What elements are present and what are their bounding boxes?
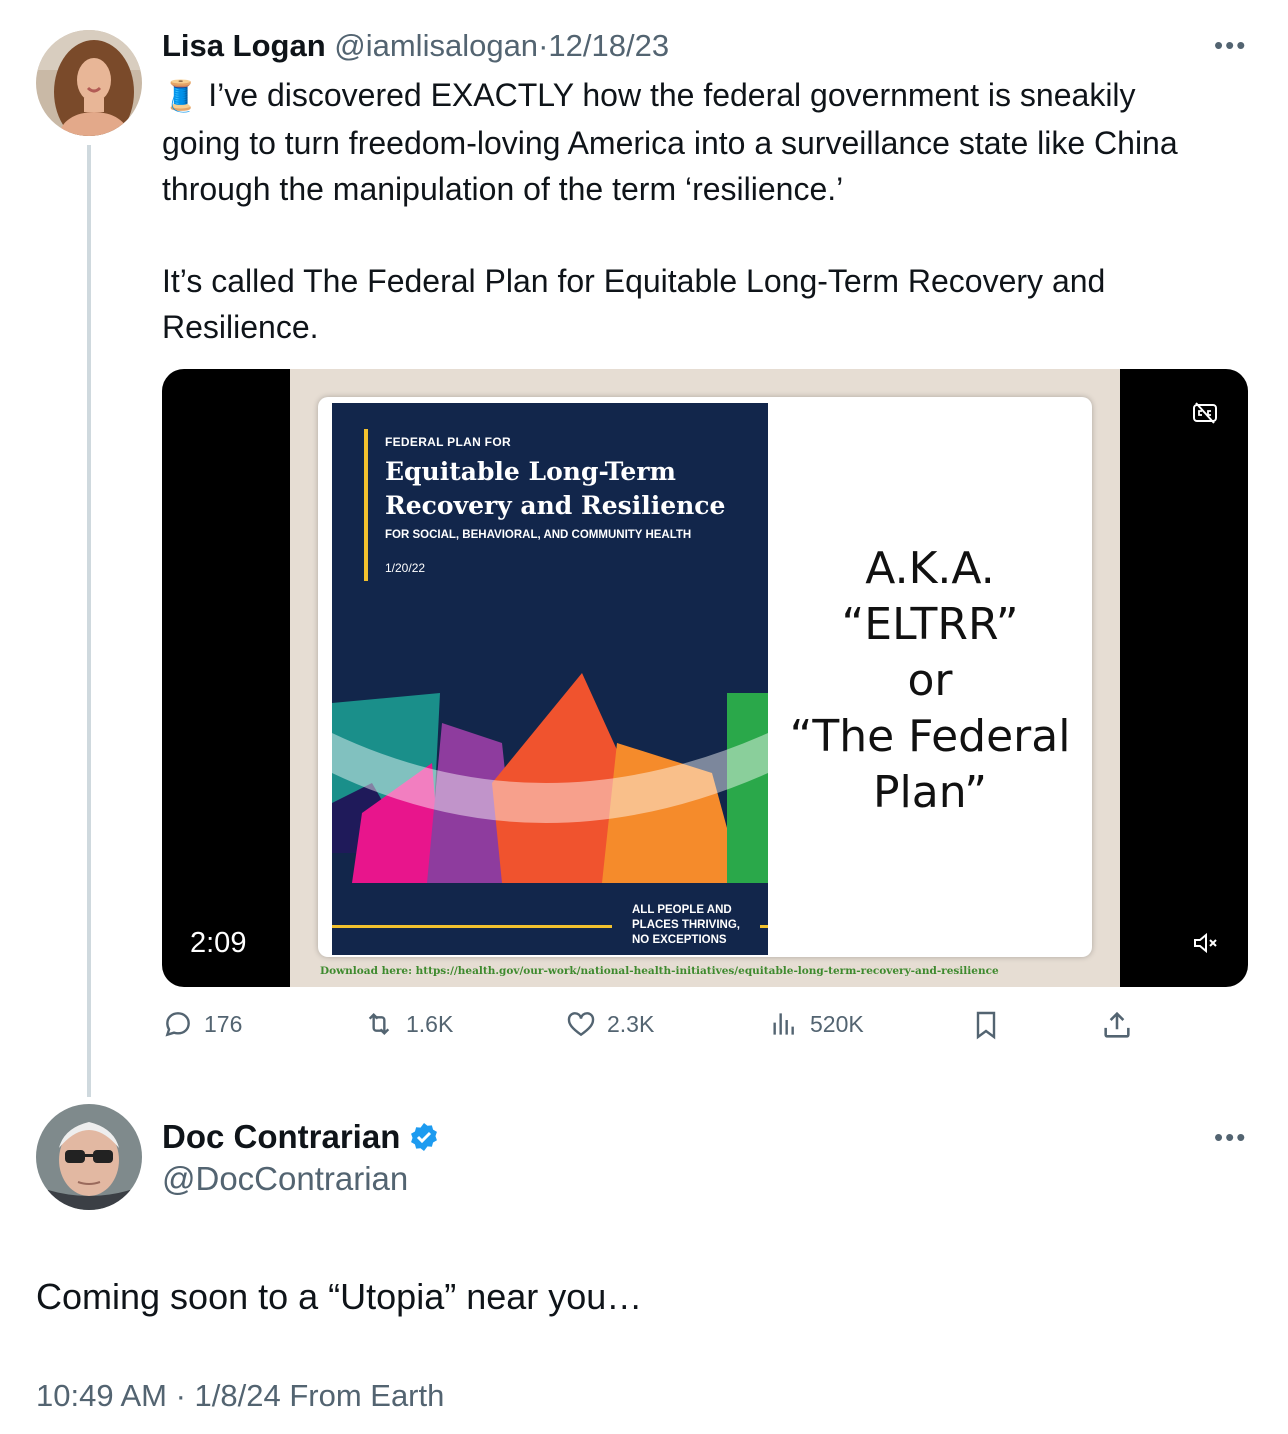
cover-footer-line-right — [760, 925, 768, 928]
cover-footer-line-1: ALL PEOPLE AND — [632, 904, 732, 916]
repost-count: 1.6K — [406, 1010, 454, 1037]
separator-dot: · — [538, 28, 549, 63]
like-count: 2.3K — [607, 1010, 655, 1037]
aka-text: A.K.A. “ELTRR” or “The Federal Plan” — [772, 541, 1088, 821]
cover-title-line-1: Equitable Long-Term — [385, 457, 676, 486]
aka-line-2: “ELTRR” — [841, 599, 1019, 650]
views-button[interactable]: 520K — [768, 1008, 864, 1040]
author-handle[interactable]: @iamlisalogan — [334, 28, 538, 63]
author-handle[interactable]: @DocContrarian — [162, 1158, 440, 1200]
tweet1-text: 🧵 I’ve discovered EXACTLY how the federa… — [162, 72, 1222, 350]
reply-count: 176 — [204, 1010, 243, 1037]
aka-line-5: Plan” — [873, 767, 987, 818]
like-button[interactable]: 2.3K — [565, 1008, 654, 1040]
cover-title-line-2: Recovery and Resilience — [385, 491, 726, 520]
share-icon[interactable] — [1100, 1008, 1134, 1047]
cover-footer-line-3: NO EXCEPTIONS — [632, 934, 727, 946]
tweet-text-paragraph-2: It’s called The Federal Plan for Equitab… — [162, 263, 1106, 345]
download-link-text: Download here: https://health.gov/our-wo… — [320, 965, 999, 977]
cover-accent-bar — [364, 429, 368, 581]
more-horizontal-icon[interactable]: ••• — [1214, 30, 1247, 61]
avatar[interactable] — [36, 1104, 142, 1210]
tweet-text-paragraph-1: I’ve discovered EXACTLY how the federal … — [162, 77, 1178, 207]
volume-muted-icon[interactable] — [1192, 931, 1220, 960]
tweet1-header: Lisa Logan @iamlisalogan·12/18/23 — [162, 26, 669, 66]
cover-graphic — [332, 673, 768, 883]
aka-line-3: or — [907, 655, 953, 706]
tweet-date[interactable]: 12/18/23 — [548, 28, 669, 63]
heart-icon — [567, 1012, 595, 1037]
repost-button[interactable]: 1.6K — [362, 1008, 453, 1040]
cover-footer-text: ALL PEOPLE AND PLACES THRIVING, NO EXCEP… — [632, 903, 740, 948]
repost-icon — [368, 1012, 390, 1036]
views-icon — [773, 1013, 794, 1035]
views-count: 520K — [810, 1010, 864, 1037]
report-cover: FEDERAL PLAN FOR Equitable Long-Term Rec… — [332, 403, 768, 955]
tweet2-header: Doc Contrarian @DocContrarian — [162, 1116, 440, 1200]
verified-badge-icon — [411, 1123, 438, 1151]
author-name[interactable]: Doc Contrarian — [162, 1116, 400, 1158]
cover-footer-line — [332, 925, 612, 928]
cover-subtitle: FOR SOCIAL, BEHAVIORAL, AND COMMUNITY HE… — [385, 529, 692, 541]
tweet2-text: Coming soon to a “Utopia” near you… — [36, 1276, 643, 1317]
thread-spool-icon: 🧵 — [162, 80, 200, 113]
captions-off-icon[interactable] — [1192, 401, 1218, 430]
aka-line-1: A.K.A. — [865, 543, 995, 594]
cover-title: Equitable Long-Term Recovery and Resilie… — [385, 455, 725, 523]
author-name[interactable]: Lisa Logan — [162, 28, 326, 63]
video-slide: FEDERAL PLAN FOR Equitable Long-Term Rec… — [290, 369, 1120, 987]
cover-kicker: FEDERAL PLAN FOR — [385, 435, 511, 449]
cover-footer-line-2: PLACES THRIVING, — [632, 919, 740, 931]
thread-line — [87, 145, 91, 1097]
aka-line-4: “The Federal — [789, 711, 1071, 762]
avatar[interactable] — [36, 30, 142, 136]
tweet-timestamp[interactable]: 10:49 AM · 1/8/24 From Earth — [36, 1376, 444, 1416]
reply-icon — [165, 1012, 190, 1037]
more-horizontal-icon[interactable]: ••• — [1214, 1122, 1247, 1153]
cover-date: 1/20/22 — [385, 561, 426, 575]
bookmark-icon[interactable] — [970, 1008, 1002, 1047]
reply-button[interactable]: 176 — [162, 1008, 242, 1040]
video-duration: 2:09 — [190, 927, 247, 959]
video-player[interactable]: FEDERAL PLAN FOR Equitable Long-Term Rec… — [162, 369, 1248, 987]
